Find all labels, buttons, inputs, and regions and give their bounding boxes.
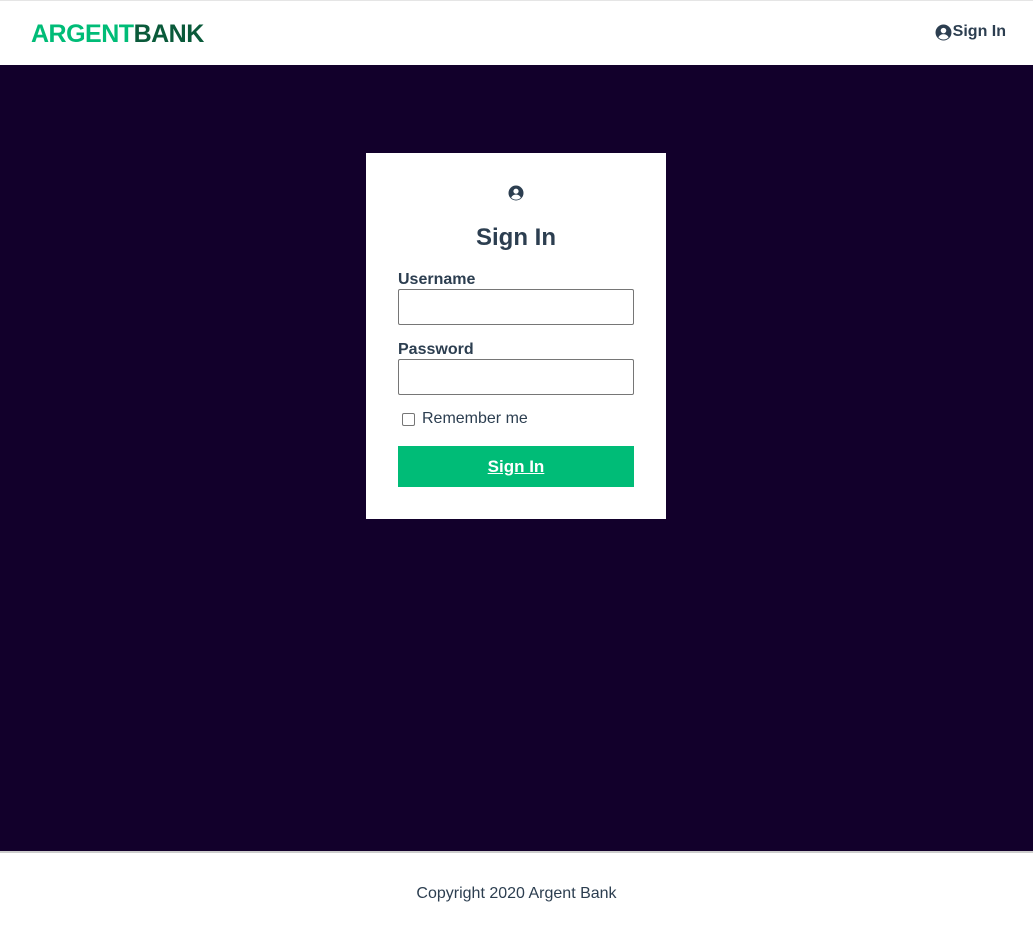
password-label: Password (398, 341, 474, 358)
remember-me-row: Remember me (402, 410, 528, 428)
logo-bank-text: BANK (133, 20, 205, 48)
username-input[interactable] (398, 289, 634, 325)
logo-argent-text: ARGENT (31, 20, 134, 48)
copyright-text: Copyright 2020 Argent Bank (416, 885, 617, 902)
sign-in-title: Sign In (476, 224, 556, 251)
main-content: Sign In Username Password Remember me Si… (0, 65, 1033, 851)
password-input[interactable] (398, 359, 634, 395)
remember-me-checkbox[interactable] (402, 412, 415, 426)
sign-in-button[interactable]: Sign In (398, 446, 634, 487)
main-nav: ARGENTBANK Sign In (0, 0, 1033, 65)
sign-in-card: Sign In Username Password Remember me Si… (366, 153, 666, 519)
nav-sign-in-label: Sign In (952, 23, 1006, 40)
user-circle-icon (935, 24, 952, 40)
footer: Copyright 2020 Argent Bank (0, 851, 1033, 926)
argent-bank-logo[interactable]: ARGENTBANK (31, 20, 204, 48)
remember-me-label[interactable]: Remember me (422, 410, 528, 428)
user-circle-icon (508, 185, 524, 201)
nav-sign-in-link[interactable]: Sign In (935, 23, 1006, 41)
username-label: Username (398, 271, 476, 288)
